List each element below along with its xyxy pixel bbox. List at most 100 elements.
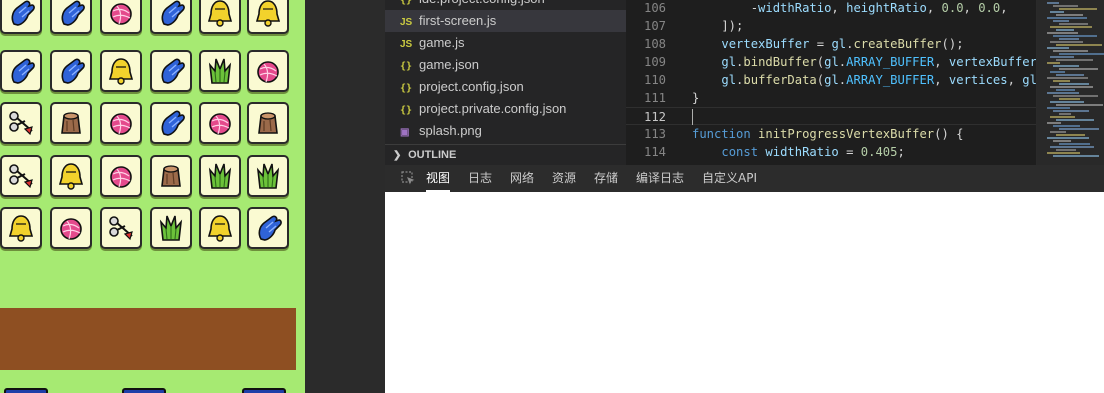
minimap-line — [1047, 47, 1069, 49]
file-item[interactable]: JS first-screen.js — [385, 10, 626, 32]
game-tile[interactable] — [100, 50, 142, 92]
file-name: game.json — [419, 57, 479, 72]
devtools-tab[interactable]: 自定义API — [702, 165, 757, 192]
game-tile[interactable] — [199, 0, 241, 34]
code-line[interactable]: 110 gl.bufferData(gl.ARRAY_BUFFER, verti… — [626, 71, 1036, 89]
game-tile[interactable] — [199, 102, 241, 144]
devtools-tab[interactable]: 日志 — [468, 165, 492, 192]
devtools-tab[interactable]: 存储 — [594, 165, 618, 192]
game-tile[interactable] — [247, 207, 289, 249]
minimap-line — [1053, 155, 1099, 157]
game-tile[interactable] — [100, 0, 142, 34]
code-line[interactable]: 109 gl.bindBuffer(gl.ARRAY_BUFFER, verte… — [626, 53, 1036, 71]
code-line[interactable]: 108 vertexBuffer = gl.createBuffer(); — [626, 35, 1036, 53]
glove-icon — [61, 0, 85, 26]
chevron-right-icon: ❯ — [393, 150, 402, 161]
file-name: game.js — [419, 35, 465, 50]
minimap-line — [1050, 86, 1093, 88]
minimap-line — [1053, 5, 1078, 7]
minimap-line — [1059, 38, 1079, 40]
game-tile[interactable] — [100, 155, 142, 197]
game-tile[interactable] — [0, 102, 42, 144]
file-explorer: {}ide.project.config.jsonJSfirst-screen.… — [385, 0, 626, 165]
stump-icon — [161, 165, 181, 187]
file-item[interactable]: {} project.private.config.json — [385, 98, 626, 120]
code-text: const widthRatio = 0.405; — [721, 145, 905, 159]
game-tile[interactable] — [150, 0, 192, 34]
devtools-tab[interactable]: 视图 — [426, 165, 451, 192]
game-tile[interactable] — [100, 102, 142, 144]
cabbage-icon — [208, 58, 232, 84]
devtools-tab[interactable]: 编译日志 — [636, 165, 684, 192]
code-line[interactable]: 106 -widthRatio, heightRatio, 0.0, 0.0, — [626, 0, 1036, 17]
bell-icon — [8, 215, 34, 242]
file-item[interactable]: JS game.js — [385, 32, 626, 54]
minimap-line — [1047, 92, 1079, 94]
minimap-line — [1053, 35, 1097, 37]
text-cursor — [692, 109, 693, 125]
game-tile[interactable] — [150, 50, 192, 92]
cabbage-icon — [256, 163, 280, 189]
tray-slot — [242, 388, 286, 393]
minimap-line — [1050, 101, 1084, 103]
minimap-line — [1056, 74, 1084, 76]
game-tile[interactable] — [199, 207, 241, 249]
minimap[interactable] — [1036, 0, 1104, 165]
yarn-icon — [209, 113, 231, 135]
glove-icon — [11, 0, 35, 26]
minimap-line — [1050, 116, 1075, 118]
file-item[interactable]: ▣ splash.png — [385, 120, 626, 142]
minimap-line — [1059, 113, 1071, 115]
file-name: ide.project.config.json — [419, 0, 545, 6]
scissors-icon — [9, 111, 33, 136]
game-tile[interactable] — [150, 155, 192, 197]
devtools-tab[interactable]: 资源 — [552, 165, 576, 192]
code-line[interactable]: 112 — [626, 107, 1036, 125]
glove-icon — [161, 58, 185, 84]
game-tile[interactable] — [50, 207, 92, 249]
game-tile[interactable] — [50, 155, 92, 197]
code-editor[interactable]: 106 -widthRatio, heightRatio, 0.0, 0.0, 1… — [626, 0, 1036, 165]
game-tile[interactable] — [0, 50, 42, 92]
minimap-line — [1056, 119, 1094, 121]
devtools-tab[interactable]: 网络 — [510, 165, 534, 192]
game-tile[interactable] — [247, 0, 289, 34]
game-tile[interactable] — [50, 0, 92, 34]
code-text: -widthRatio, heightRatio, 0.0, 0.0, — [692, 1, 1008, 15]
tray-slot — [122, 388, 166, 393]
game-tile[interactable] — [0, 155, 42, 197]
minimap-line — [1059, 68, 1098, 70]
game-tile[interactable] — [0, 0, 42, 34]
game-tile[interactable] — [150, 207, 192, 249]
minimap-line — [1050, 26, 1092, 28]
outline-section-header[interactable]: ❯ OUTLINE — [385, 144, 626, 165]
game-tile[interactable] — [199, 155, 241, 197]
game-tile[interactable] — [199, 50, 241, 92]
minimap-line — [1050, 41, 1083, 43]
minimap-line — [1056, 149, 1076, 151]
code-line[interactable]: 111} — [626, 89, 1036, 107]
game-tile[interactable] — [0, 207, 42, 249]
game-tile[interactable] — [150, 102, 192, 144]
code-text: } — [692, 91, 700, 105]
yarn-icon — [110, 113, 132, 135]
game-tile[interactable] — [50, 50, 92, 92]
inspect-element-icon[interactable] — [401, 171, 416, 186]
minimap-line — [1056, 59, 1093, 61]
line-number: 108 — [643, 37, 666, 51]
game-tile[interactable] — [247, 102, 289, 144]
file-item[interactable]: {}ide.project.config.json — [385, 0, 626, 10]
game-tile[interactable] — [100, 207, 142, 249]
game-tile[interactable] — [50, 102, 92, 144]
file-item[interactable]: {} project.config.json — [385, 76, 626, 98]
game-tile[interactable] — [247, 155, 289, 197]
stump-icon — [258, 112, 278, 134]
minimap-line — [1056, 14, 1083, 16]
code-line[interactable]: 114 const widthRatio = 0.405; — [626, 143, 1036, 161]
file-name: project.config.json — [419, 79, 524, 94]
code-line[interactable]: 107 ]); — [626, 17, 1036, 35]
code-line[interactable]: 113 function initProgressVertexBuffer() { — [626, 125, 1036, 143]
file-item[interactable]: {} game.json — [385, 54, 626, 76]
minimap-line — [1050, 146, 1094, 148]
game-tile[interactable] — [247, 50, 289, 92]
